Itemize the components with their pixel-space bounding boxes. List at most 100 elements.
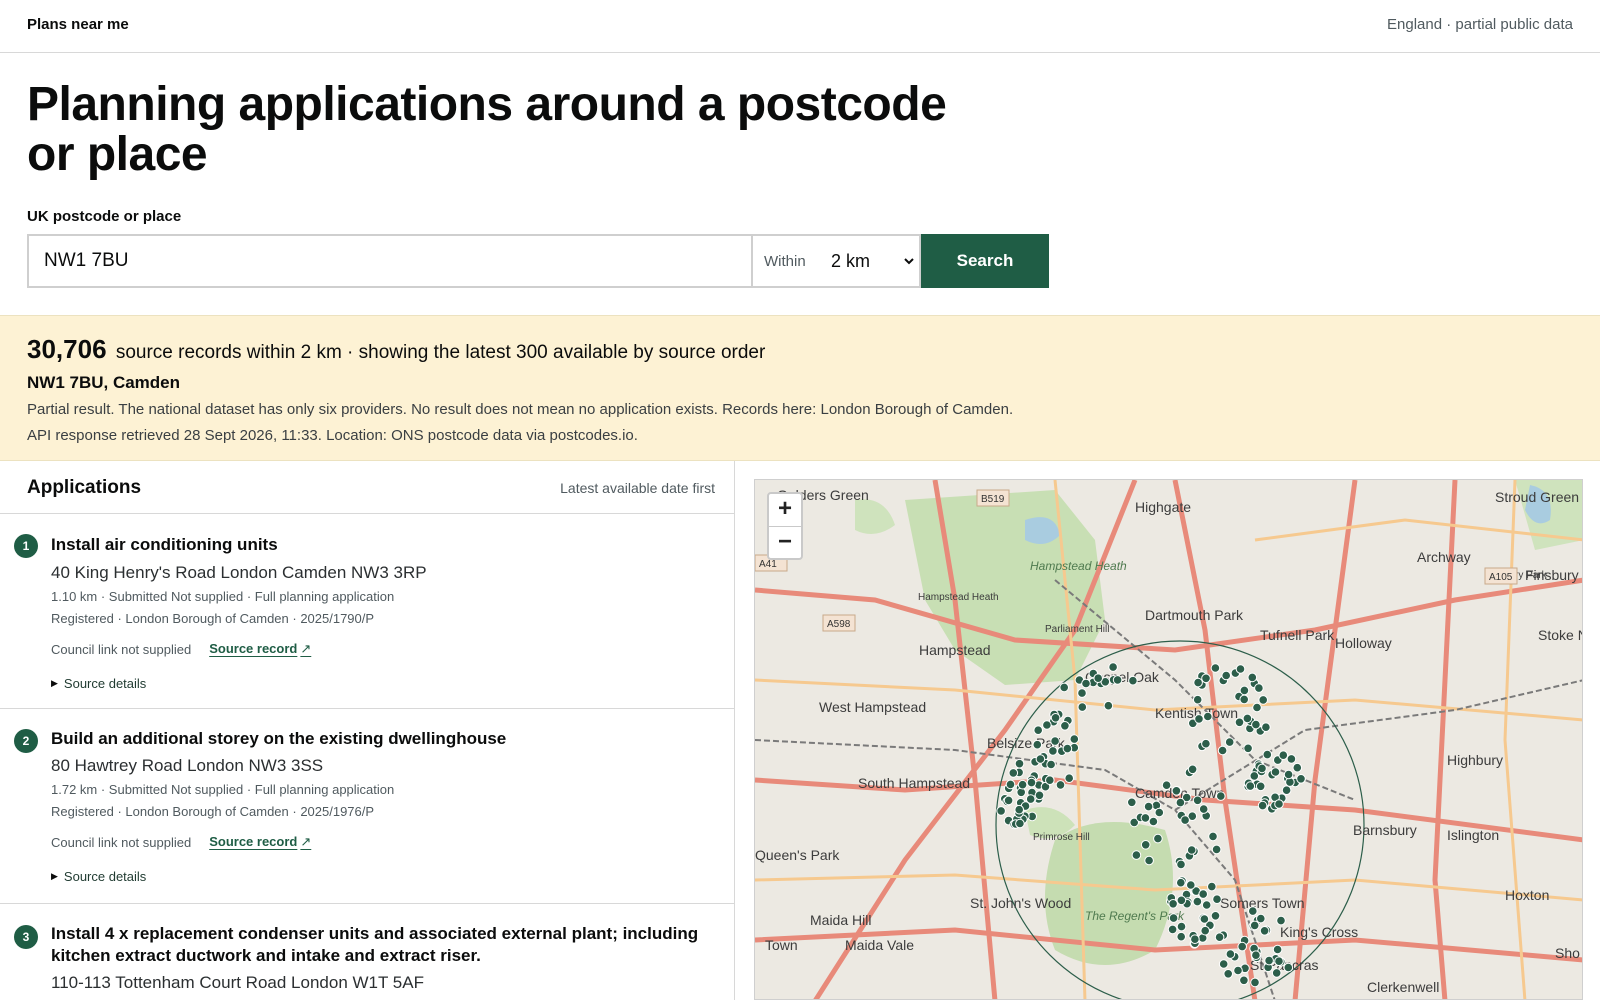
application-marker[interactable]	[1192, 694, 1203, 705]
application-marker[interactable]	[1235, 664, 1246, 674]
source-details-toggle[interactable]: ▶ Source details	[51, 869, 146, 884]
application-marker[interactable]	[1176, 895, 1187, 906]
application-marker[interactable]	[1257, 763, 1267, 774]
application-marker[interactable]	[1211, 844, 1222, 855]
application-marker[interactable]	[1262, 749, 1273, 760]
application-marker[interactable]	[1128, 675, 1138, 686]
application-marker[interactable]	[1064, 773, 1075, 784]
application-marker[interactable]	[1175, 797, 1186, 808]
application-marker[interactable]	[1171, 786, 1182, 796]
application-marker[interactable]	[1050, 713, 1061, 723]
application-marker[interactable]	[1218, 959, 1229, 969]
application-marker[interactable]	[1153, 833, 1163, 844]
application-marker[interactable]	[1055, 780, 1066, 790]
application-marker[interactable]	[1234, 717, 1245, 728]
application-marker[interactable]	[1193, 677, 1203, 688]
application-marker[interactable]	[1154, 807, 1165, 818]
application-marker[interactable]	[1261, 722, 1271, 732]
application-marker[interactable]	[1192, 795, 1203, 806]
application-marker[interactable]	[1190, 934, 1200, 945]
application-marker[interactable]	[1223, 969, 1234, 979]
application-marker[interactable]	[1062, 743, 1073, 754]
application-marker[interactable]	[1035, 754, 1046, 764]
application-marker[interactable]	[1127, 797, 1137, 808]
application-marker[interactable]	[1233, 965, 1243, 976]
brand-link[interactable]: Plans near me	[27, 16, 129, 33]
application-marker[interactable]	[1249, 920, 1260, 931]
application-marker[interactable]	[1048, 746, 1058, 756]
application-marker[interactable]	[1140, 813, 1151, 823]
application-marker[interactable]	[1003, 795, 1014, 806]
application-marker[interactable]	[1247, 672, 1258, 683]
application-marker[interactable]	[1131, 850, 1142, 860]
map-canvas[interactable]: Golders GreenHighgateStroud GreenFinsbur…	[755, 480, 1583, 1000]
application-marker[interactable]	[1256, 913, 1266, 924]
application-marker[interactable]	[1245, 781, 1256, 791]
application-marker[interactable]	[1168, 913, 1179, 923]
application-marker[interactable]	[1176, 877, 1186, 888]
application-marker[interactable]	[1237, 941, 1248, 952]
map[interactable]: Golders Green Highgate Stroud Green Finsbur…	[754, 479, 1583, 1000]
application-marker[interactable]	[1208, 831, 1218, 842]
application-marker[interactable]	[1283, 769, 1294, 780]
application-marker[interactable]	[1042, 720, 1052, 730]
application-marker[interactable]	[1168, 899, 1178, 909]
application-marker[interactable]	[1239, 694, 1250, 705]
application-marker[interactable]	[1194, 714, 1204, 724]
application-marker[interactable]	[1015, 818, 1025, 829]
source-record-link[interactable]: Source record ↗	[209, 834, 311, 850]
application-marker[interactable]	[1005, 779, 1016, 790]
application-marker[interactable]	[1248, 906, 1258, 916]
application-marker[interactable]	[1045, 775, 1055, 786]
application-marker[interactable]	[1199, 914, 1210, 924]
application-marker[interactable]	[1255, 781, 1266, 792]
application-marker[interactable]	[1283, 962, 1294, 973]
application-marker[interactable]	[1081, 678, 1091, 689]
application-marker[interactable]	[1296, 774, 1306, 784]
application-marker[interactable]	[1210, 663, 1221, 673]
application-marker[interactable]	[1212, 894, 1222, 905]
application-marker[interactable]	[1264, 955, 1274, 966]
application-marker[interactable]	[1033, 725, 1044, 735]
application-marker[interactable]	[1077, 702, 1088, 712]
application-marker[interactable]	[1201, 738, 1211, 749]
application-marker[interactable]	[1032, 739, 1043, 750]
application-marker[interactable]	[1217, 745, 1228, 756]
search-button[interactable]: Search	[921, 234, 1049, 288]
application-marker[interactable]	[1250, 977, 1260, 988]
application-marker[interactable]	[1225, 949, 1236, 959]
application-marker[interactable]	[1239, 685, 1250, 696]
application-marker[interactable]	[1200, 925, 1211, 936]
application-marker[interactable]	[1180, 815, 1190, 825]
application-marker[interactable]	[1176, 921, 1187, 932]
application-marker[interactable]	[1093, 673, 1104, 683]
application-marker[interactable]	[1186, 845, 1197, 855]
application-marker[interactable]	[1243, 743, 1253, 754]
application-marker[interactable]	[996, 806, 1006, 816]
application-marker[interactable]	[1210, 911, 1221, 921]
application-marker[interactable]	[1239, 975, 1249, 986]
application-marker[interactable]	[1201, 900, 1212, 910]
application-marker[interactable]	[1281, 785, 1292, 796]
application-marker[interactable]	[1176, 931, 1187, 942]
application-marker[interactable]	[1059, 682, 1070, 693]
application-marker[interactable]	[1257, 800, 1268, 811]
application-marker[interactable]	[1050, 736, 1060, 746]
application-marker[interactable]	[1167, 924, 1178, 935]
application-marker[interactable]	[1161, 780, 1172, 791]
application-marker[interactable]	[1069, 734, 1080, 744]
application-marker[interactable]	[1192, 896, 1203, 907]
application-marker[interactable]	[1271, 968, 1282, 978]
source-details-toggle[interactable]: ▶ Source details	[51, 676, 146, 691]
application-marker[interactable]	[1198, 804, 1209, 814]
application-marker[interactable]	[1270, 767, 1281, 777]
application-marker[interactable]	[1201, 673, 1211, 684]
radius-select[interactable]: 2 km	[827, 236, 917, 286]
application-marker[interactable]	[1272, 944, 1283, 955]
application-marker[interactable]	[1274, 956, 1284, 967]
application-marker[interactable]	[1258, 695, 1269, 705]
application-marker[interactable]	[1278, 750, 1289, 761]
application-marker[interactable]	[1014, 758, 1025, 769]
application-marker[interactable]	[1014, 804, 1025, 815]
application-marker[interactable]	[1176, 859, 1186, 870]
